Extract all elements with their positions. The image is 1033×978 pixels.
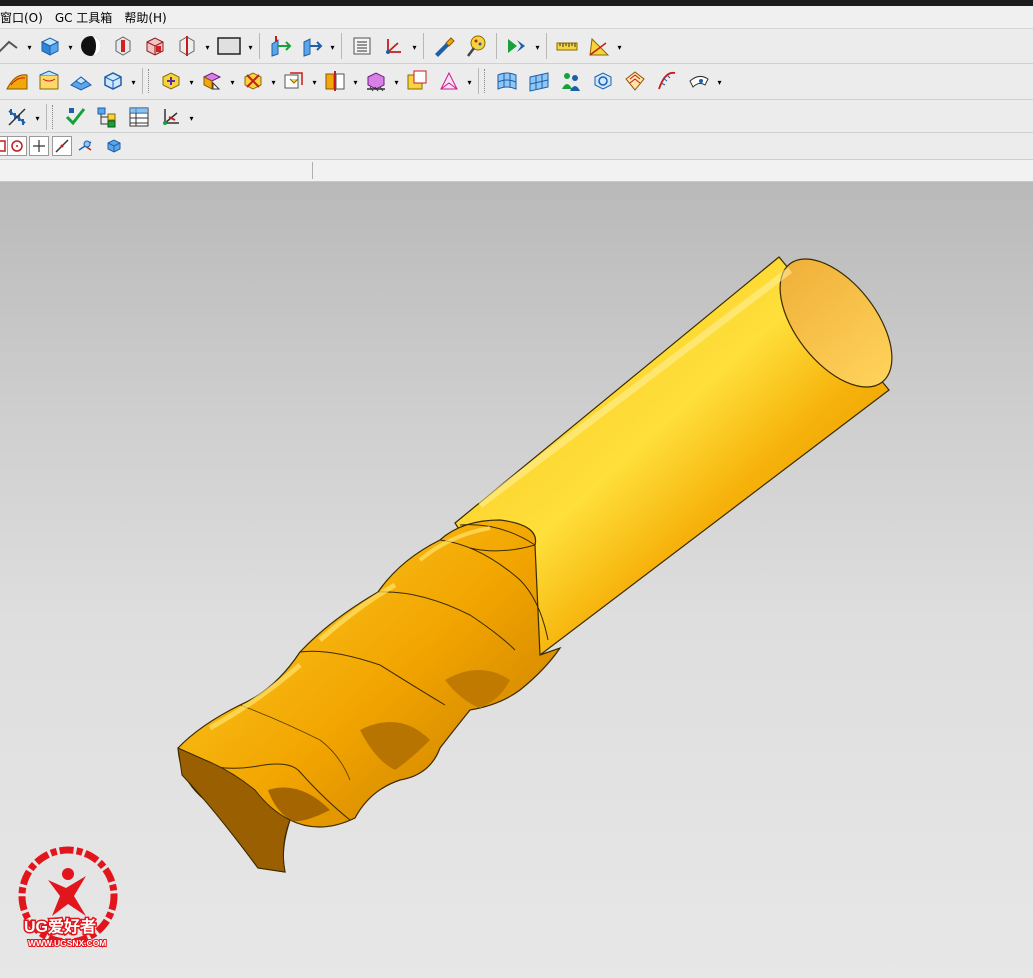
move-copy-icon[interactable] (265, 31, 295, 61)
section-red-icon[interactable] (108, 31, 138, 61)
ruled-solid-icon[interactable] (66, 66, 96, 96)
angle-measure-icon[interactable] (584, 31, 614, 61)
solid-pyramid-icon[interactable] (402, 66, 432, 96)
curve-icon[interactable] (0, 31, 24, 61)
curve-grid-icon[interactable] (492, 66, 522, 96)
toolbar-row-1 (0, 29, 1033, 64)
surface-patch-icon[interactable] (2, 66, 32, 96)
layer-settings-icon[interactable] (347, 31, 377, 61)
offset-face-icon[interactable] (279, 66, 309, 96)
dropdown-arrow-icon[interactable] (393, 75, 400, 87)
dropdown-arrow-icon[interactable] (411, 40, 418, 52)
face-analysis-icon[interactable] (588, 66, 618, 96)
edit-object-icon[interactable] (429, 31, 459, 61)
extrude-arrow-icon[interactable] (297, 31, 327, 61)
dropdown-arrow-icon[interactable] (534, 40, 541, 52)
through-curves-icon[interactable] (34, 66, 64, 96)
menu-gc-toolbox[interactable]: GC 工具箱 (49, 9, 119, 26)
assembly-tree-icon[interactable] (92, 102, 122, 132)
menu-window[interactable]: 窗口(O) (0, 9, 49, 26)
dropdown-arrow-icon[interactable] (188, 75, 195, 87)
dropdown-arrow-icon[interactable] (26, 40, 33, 52)
section-clip-icon[interactable] (172, 31, 202, 61)
work-view-icon[interactable] (104, 136, 124, 156)
background-color-icon[interactable] (213, 31, 245, 61)
menu-bar: 窗口(O) GC 工具箱 帮助(H) (0, 6, 1033, 29)
render-play-icon[interactable] (502, 31, 532, 61)
graphics-window[interactable]: UG爱好者 WWW.UGSNX.COM (0, 182, 1033, 978)
ugsnx-watermark-logo: UG爱好者 WWW.UGSNX.COM (18, 846, 118, 949)
dropdown-arrow-icon[interactable] (352, 75, 359, 87)
snap-line-icon[interactable] (52, 136, 72, 156)
snap-angle-icon[interactable] (75, 136, 95, 156)
dropdown-arrow-icon[interactable] (616, 40, 623, 52)
view-cube-icon[interactable] (98, 66, 128, 96)
menu-help[interactable]: 帮助(H) (118, 9, 172, 26)
svg-text:WWW.UGSNX.COM: WWW.UGSNX.COM (28, 938, 106, 948)
dropdown-arrow-icon[interactable] (34, 111, 41, 123)
selection-bar (0, 133, 1033, 160)
sew-icon[interactable] (361, 66, 391, 96)
analysis-people-icon[interactable] (556, 66, 586, 96)
dropdown-arrow-icon[interactable] (466, 75, 473, 87)
dropdown-arrow-icon[interactable] (329, 40, 336, 52)
axis-view-icon[interactable] (156, 102, 186, 132)
fastener-icon[interactable] (2, 102, 32, 132)
curvature-icon[interactable] (652, 66, 682, 96)
shade-sphere-icon[interactable] (76, 31, 106, 61)
split-body-icon[interactable] (320, 66, 350, 96)
toolbar-row-3 (0, 100, 1033, 133)
dropdown-arrow-icon[interactable] (716, 75, 723, 87)
block-icon[interactable] (35, 31, 65, 61)
reflection-icon[interactable] (620, 66, 650, 96)
snap-center-icon[interactable] (7, 136, 27, 156)
dropdown-arrow-icon[interactable] (188, 111, 195, 123)
blend-edges-icon[interactable] (156, 66, 186, 96)
dropdown-arrow-icon[interactable] (229, 75, 236, 87)
solid-pyramid-icon[interactable] (434, 66, 464, 96)
paint-analysis-icon[interactable] (461, 31, 491, 61)
csys-icon[interactable] (379, 31, 409, 61)
check-geometry-icon[interactable] (60, 102, 90, 132)
trim-body-icon[interactable] (238, 66, 268, 96)
toolbar-row-2 (0, 64, 1033, 100)
surface-grid-icon[interactable] (524, 66, 554, 96)
end-mill-model[interactable] (0, 182, 1033, 978)
block-red-icon[interactable] (140, 31, 170, 61)
snap-point-icon[interactable] (29, 136, 49, 156)
table-icon[interactable] (124, 102, 154, 132)
svg-text:UG爱好者: UG爱好者 (24, 917, 96, 936)
dropdown-arrow-icon[interactable] (270, 75, 277, 87)
dropdown-arrow-icon[interactable] (67, 40, 74, 52)
draft-icon[interactable] (197, 66, 227, 96)
dropdown-arrow-icon[interactable] (247, 40, 254, 52)
dropdown-arrow-icon[interactable] (130, 75, 137, 87)
status-bar (0, 160, 1033, 182)
dropdown-arrow-icon[interactable] (204, 40, 211, 52)
measure-ruler-icon[interactable] (552, 31, 582, 61)
flute-section[interactable] (177, 519, 562, 873)
dropdown-arrow-icon[interactable] (311, 75, 318, 87)
section-view-icon[interactable] (684, 66, 714, 96)
